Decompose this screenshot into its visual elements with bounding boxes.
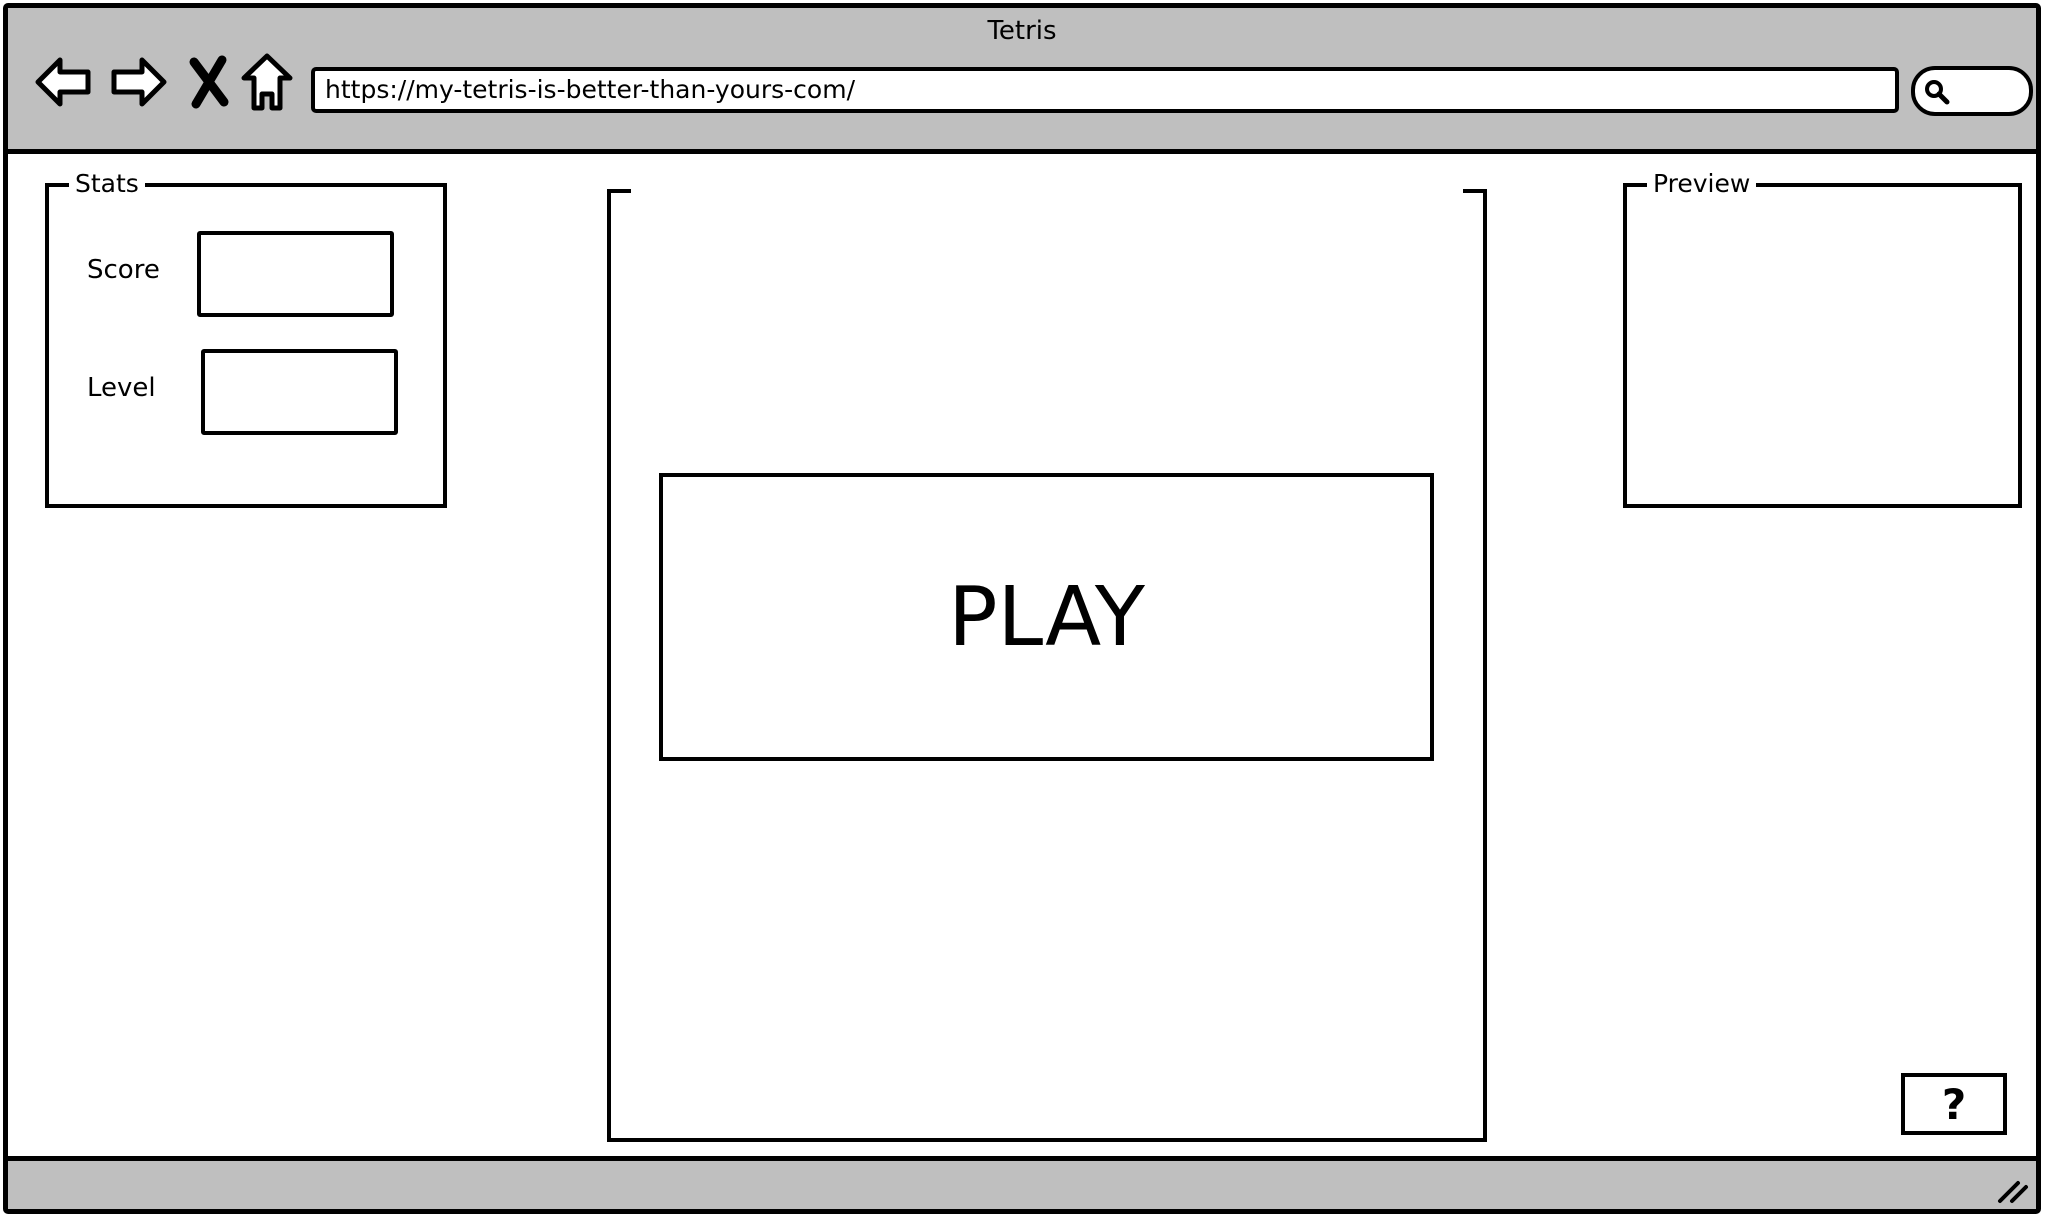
status-bar	[8, 1156, 2036, 1209]
browser-window: Tetris https://my-tetris-is-better-than-…	[3, 3, 2041, 1214]
board-top-opening	[631, 187, 1463, 197]
address-bar[interactable]: https://my-tetris-is-better-than-yours-c…	[311, 67, 1899, 113]
score-label: Score	[87, 255, 160, 285]
browser-toolbar: Tetris https://my-tetris-is-better-than-…	[8, 8, 2036, 154]
forward-button[interactable]	[108, 52, 168, 112]
play-button[interactable]: PLAY	[659, 473, 1434, 761]
stop-button[interactable]	[184, 52, 244, 112]
back-button[interactable]	[34, 52, 94, 112]
close-x-icon	[189, 55, 229, 109]
level-label: Level	[87, 373, 156, 403]
preview-panel: Preview	[1623, 169, 2022, 508]
stats-panel: Stats Score Level	[45, 169, 447, 508]
back-arrow-icon	[35, 57, 91, 107]
game-board: PLAY	[607, 187, 1487, 1142]
score-field	[197, 231, 394, 317]
search-box[interactable]	[1911, 66, 2033, 116]
window-title: Tetris	[987, 16, 1057, 46]
home-icon	[241, 53, 293, 111]
stats-legend: Stats	[69, 169, 145, 199]
level-field	[201, 349, 398, 435]
search-icon	[1925, 80, 1950, 105]
forward-arrow-icon	[111, 57, 167, 107]
home-button[interactable]	[240, 52, 300, 112]
preview-legend: Preview	[1647, 169, 1757, 199]
resize-grip-icon[interactable]	[1994, 1169, 2030, 1205]
help-button[interactable]: ?	[1901, 1073, 2007, 1135]
